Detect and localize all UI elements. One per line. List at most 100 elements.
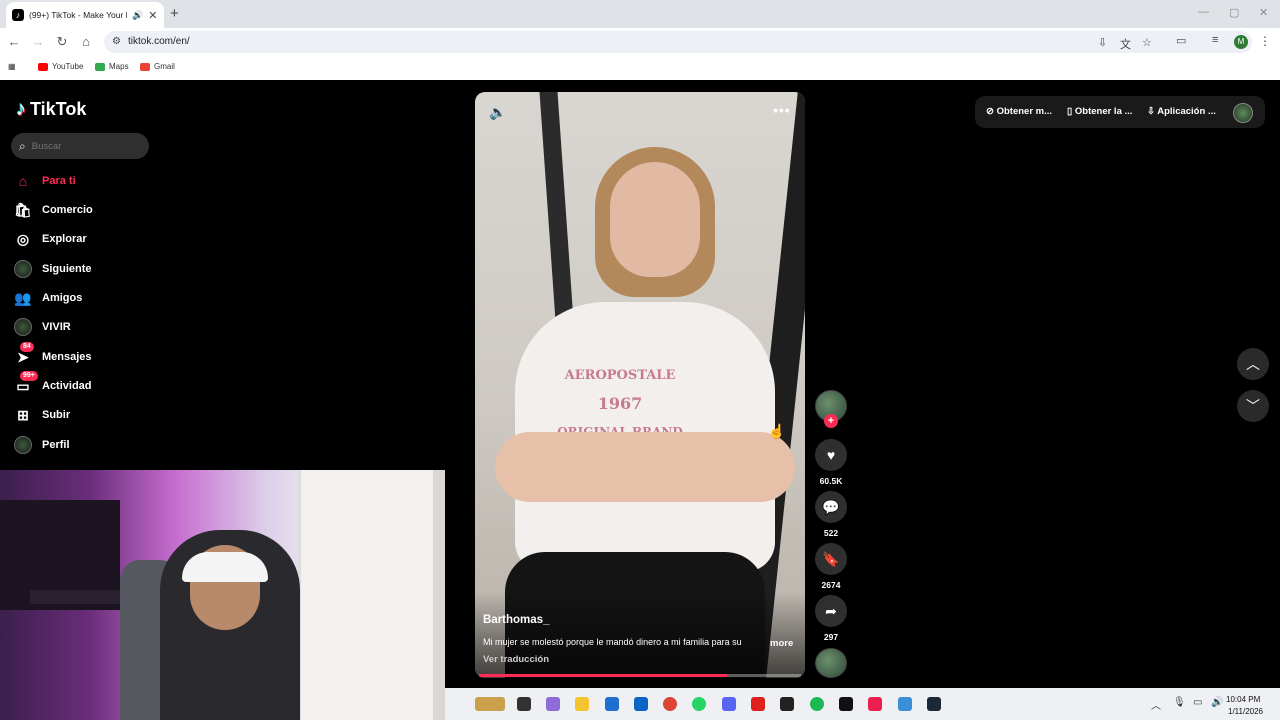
brand-name: TikTok <box>30 99 87 119</box>
cam-door <box>298 470 433 720</box>
apps-grid-icon[interactable]: ▦ <box>8 62 16 71</box>
taskbar-obs-icon[interactable] <box>780 697 794 711</box>
comment-button[interactable]: 💬 <box>815 491 847 523</box>
taskbar-outlook-icon[interactable] <box>634 697 648 711</box>
browser-toolbar: ← → ↻ ⌂ ⚙ tiktok.com/en/ ⇩ 文 ☆ ▭ ≡ <box>0 28 1280 56</box>
taskbar-widget-icon[interactable] <box>475 697 505 711</box>
bookmark-gmail[interactable]: Gmail <box>140 62 175 71</box>
header-actions: ⊘ Obtener m... ▯ Obtener la ... ⇩ Aplica… <box>975 96 1265 128</box>
browser-tab[interactable]: ♪ (99+) TikTok - Make Your Da 🔊 ✕ <box>6 2 164 28</box>
sidebar-item-explorar[interactable]: ◎ Explorar <box>14 228 87 250</box>
bookmark-star-icon[interactable]: ☆ <box>1142 36 1152 49</box>
home-icon: ⌂ <box>18 173 28 189</box>
sidebar-item-perfil[interactable]: Perfil <box>14 434 70 456</box>
taskbar-spotify-icon[interactable] <box>810 697 824 711</box>
sidebar-item-mensajes[interactable]: ➤ 84 Mensajes <box>14 342 92 368</box>
webcam-overlay <box>0 470 445 720</box>
sidebar-item-label: Perfil <box>42 439 70 451</box>
video-progress-fill <box>479 674 727 677</box>
search-input[interactable] <box>31 140 132 152</box>
browser-menu-icon[interactable]: ⋮ <box>1259 34 1271 48</box>
bookmark-youtube[interactable]: YouTube <box>38 62 83 71</box>
address-bar[interactable]: ⚙ tiktok.com/en/ ⇩ 文 ☆ <box>104 31 1252 53</box>
taskbar-store-icon[interactable] <box>605 697 619 711</box>
window-close-icon[interactable]: ✕ <box>1259 6 1268 19</box>
minimize-icon[interactable]: — <box>1198 6 1209 18</box>
media-control-icon[interactable]: ▭ <box>1176 34 1186 47</box>
caption-more-button[interactable]: more <box>770 638 793 649</box>
sidebar-item-subir[interactable]: ⊞ Subir <box>14 404 70 426</box>
reload-icon[interactable]: ↻ <box>54 34 70 50</box>
taskbar-epic-icon[interactable] <box>839 697 853 711</box>
activity-icon: ▭ 99+ <box>14 371 38 395</box>
more-options-icon[interactable]: ••• <box>773 102 791 118</box>
video-player[interactable]: AEROPOSTALE 1967 ORIGINAL BRAND 🔈 ••• Ba… <box>475 92 805 678</box>
comment-icon: 💬 <box>822 498 840 515</box>
install-app-icon[interactable]: ⇩ <box>1098 36 1107 49</box>
bookmark-label: Gmail <box>154 62 175 71</box>
taskbar-app-icon[interactable] <box>517 697 531 711</box>
maximize-icon[interactable]: ▢ <box>1229 6 1239 19</box>
site-info-icon[interactable]: ⚙ <box>112 36 121 47</box>
sound-disc-avatar[interactable] <box>815 648 847 678</box>
video-progress-bar[interactable] <box>479 674 801 677</box>
taskbar-whatsapp-icon[interactable] <box>692 697 706 711</box>
browser-profile-avatar[interactable]: M <box>1234 35 1248 49</box>
taskbar-chrome-icon[interactable] <box>663 697 677 711</box>
translate-link[interactable]: Ver traducción <box>483 654 549 665</box>
clock-date[interactable]: 1/11/2026 <box>1228 707 1263 716</box>
taskbar-discord-icon[interactable] <box>722 697 736 711</box>
next-video-button[interactable]: ﹀ <box>1237 390 1269 422</box>
microphone-icon[interactable]: 🎙 <box>1173 697 1186 708</box>
clock-time[interactable]: 10:04 PM <box>1226 695 1260 704</box>
url-text[interactable]: tiktok.com/en/ <box>128 36 190 47</box>
taskbar-photos-icon[interactable] <box>898 697 912 711</box>
reading-list-icon[interactable]: ≡ <box>1212 34 1218 46</box>
back-icon[interactable]: ← <box>6 34 22 49</box>
taskbar-copilot-icon[interactable] <box>546 697 560 711</box>
sidebar-item-label: VIVIR <box>42 321 71 333</box>
like-count: 60.5K <box>819 476 843 486</box>
new-tab-button[interactable]: + <box>170 5 179 22</box>
tiktok-logo[interactable]: ♪ TikTok <box>16 98 86 121</box>
browser-tab-strip: ♪ (99+) TikTok - Make Your Da 🔊 ✕ + — ▢ … <box>0 0 1280 28</box>
save-button[interactable]: 🔖 <box>815 543 847 575</box>
volume-icon[interactable]: 🔈 <box>489 104 506 121</box>
sidebar-item-comercio[interactable]: 🛍 Comercio <box>14 199 93 221</box>
desktop-app-link[interactable]: ⇩ Aplicación ... <box>1147 106 1216 117</box>
taskbar-steam-icon[interactable] <box>927 697 941 711</box>
taskbar-tiktok-icon[interactable] <box>868 697 882 711</box>
sidebar-item-actividad[interactable]: ▭ 99+ Actividad <box>14 371 92 397</box>
sidebar-item-amigos[interactable]: 👥 Amigos <box>14 287 82 309</box>
follow-plus-icon[interactable]: + <box>824 414 838 428</box>
previous-video-button[interactable]: ︿ <box>1237 348 1269 380</box>
tab-audio-icon[interactable]: 🔊 <box>132 10 143 21</box>
bookmarks-bar: ▦ YouTube Maps Gmail <box>0 56 1280 80</box>
taskbar-explorer-icon[interactable] <box>575 697 589 711</box>
home-browser-icon[interactable]: ⌂ <box>78 34 94 49</box>
activity-badge: 99+ <box>20 371 38 381</box>
bookmark-maps[interactable]: Maps <box>95 62 129 71</box>
share-icon: ➦ <box>825 602 837 619</box>
tab-close-icon[interactable]: ✕ <box>148 9 157 22</box>
search-icon[interactable]: ⌕ <box>19 139 26 154</box>
user-avatar[interactable] <box>1233 103 1253 123</box>
gmail-icon <box>140 62 150 71</box>
sidebar-item-vivir[interactable]: VIVIR <box>14 316 71 338</box>
sidebar-item-para-ti[interactable]: ⌂ Para ti <box>14 170 76 192</box>
translate-icon[interactable]: 文 <box>1120 36 1131 52</box>
search-box[interactable]: ⌕ <box>11 133 149 159</box>
video-author[interactable]: Barthomas_ <box>483 614 549 626</box>
share-button[interactable]: ➦ <box>815 595 847 627</box>
bookmark-label: Maps <box>109 62 129 71</box>
volume-tray-icon[interactable]: 🔊 <box>1211 697 1223 708</box>
sidebar-item-siguiente[interactable]: Siguiente <box>14 258 92 280</box>
tray-overflow-icon[interactable]: ︿ <box>1151 697 1161 712</box>
get-app-link[interactable]: ▯ Obtener la ... <box>1067 106 1132 117</box>
like-button[interactable]: ♥ <box>815 439 847 471</box>
upload-icon: ⊞ <box>17 406 29 423</box>
forward-icon[interactable]: → <box>30 34 46 49</box>
get-coins-link[interactable]: ⊘ Obtener m... <box>986 106 1052 117</box>
network-icon[interactable]: ▭ <box>1193 697 1202 708</box>
taskbar-app-red-icon[interactable] <box>751 697 765 711</box>
